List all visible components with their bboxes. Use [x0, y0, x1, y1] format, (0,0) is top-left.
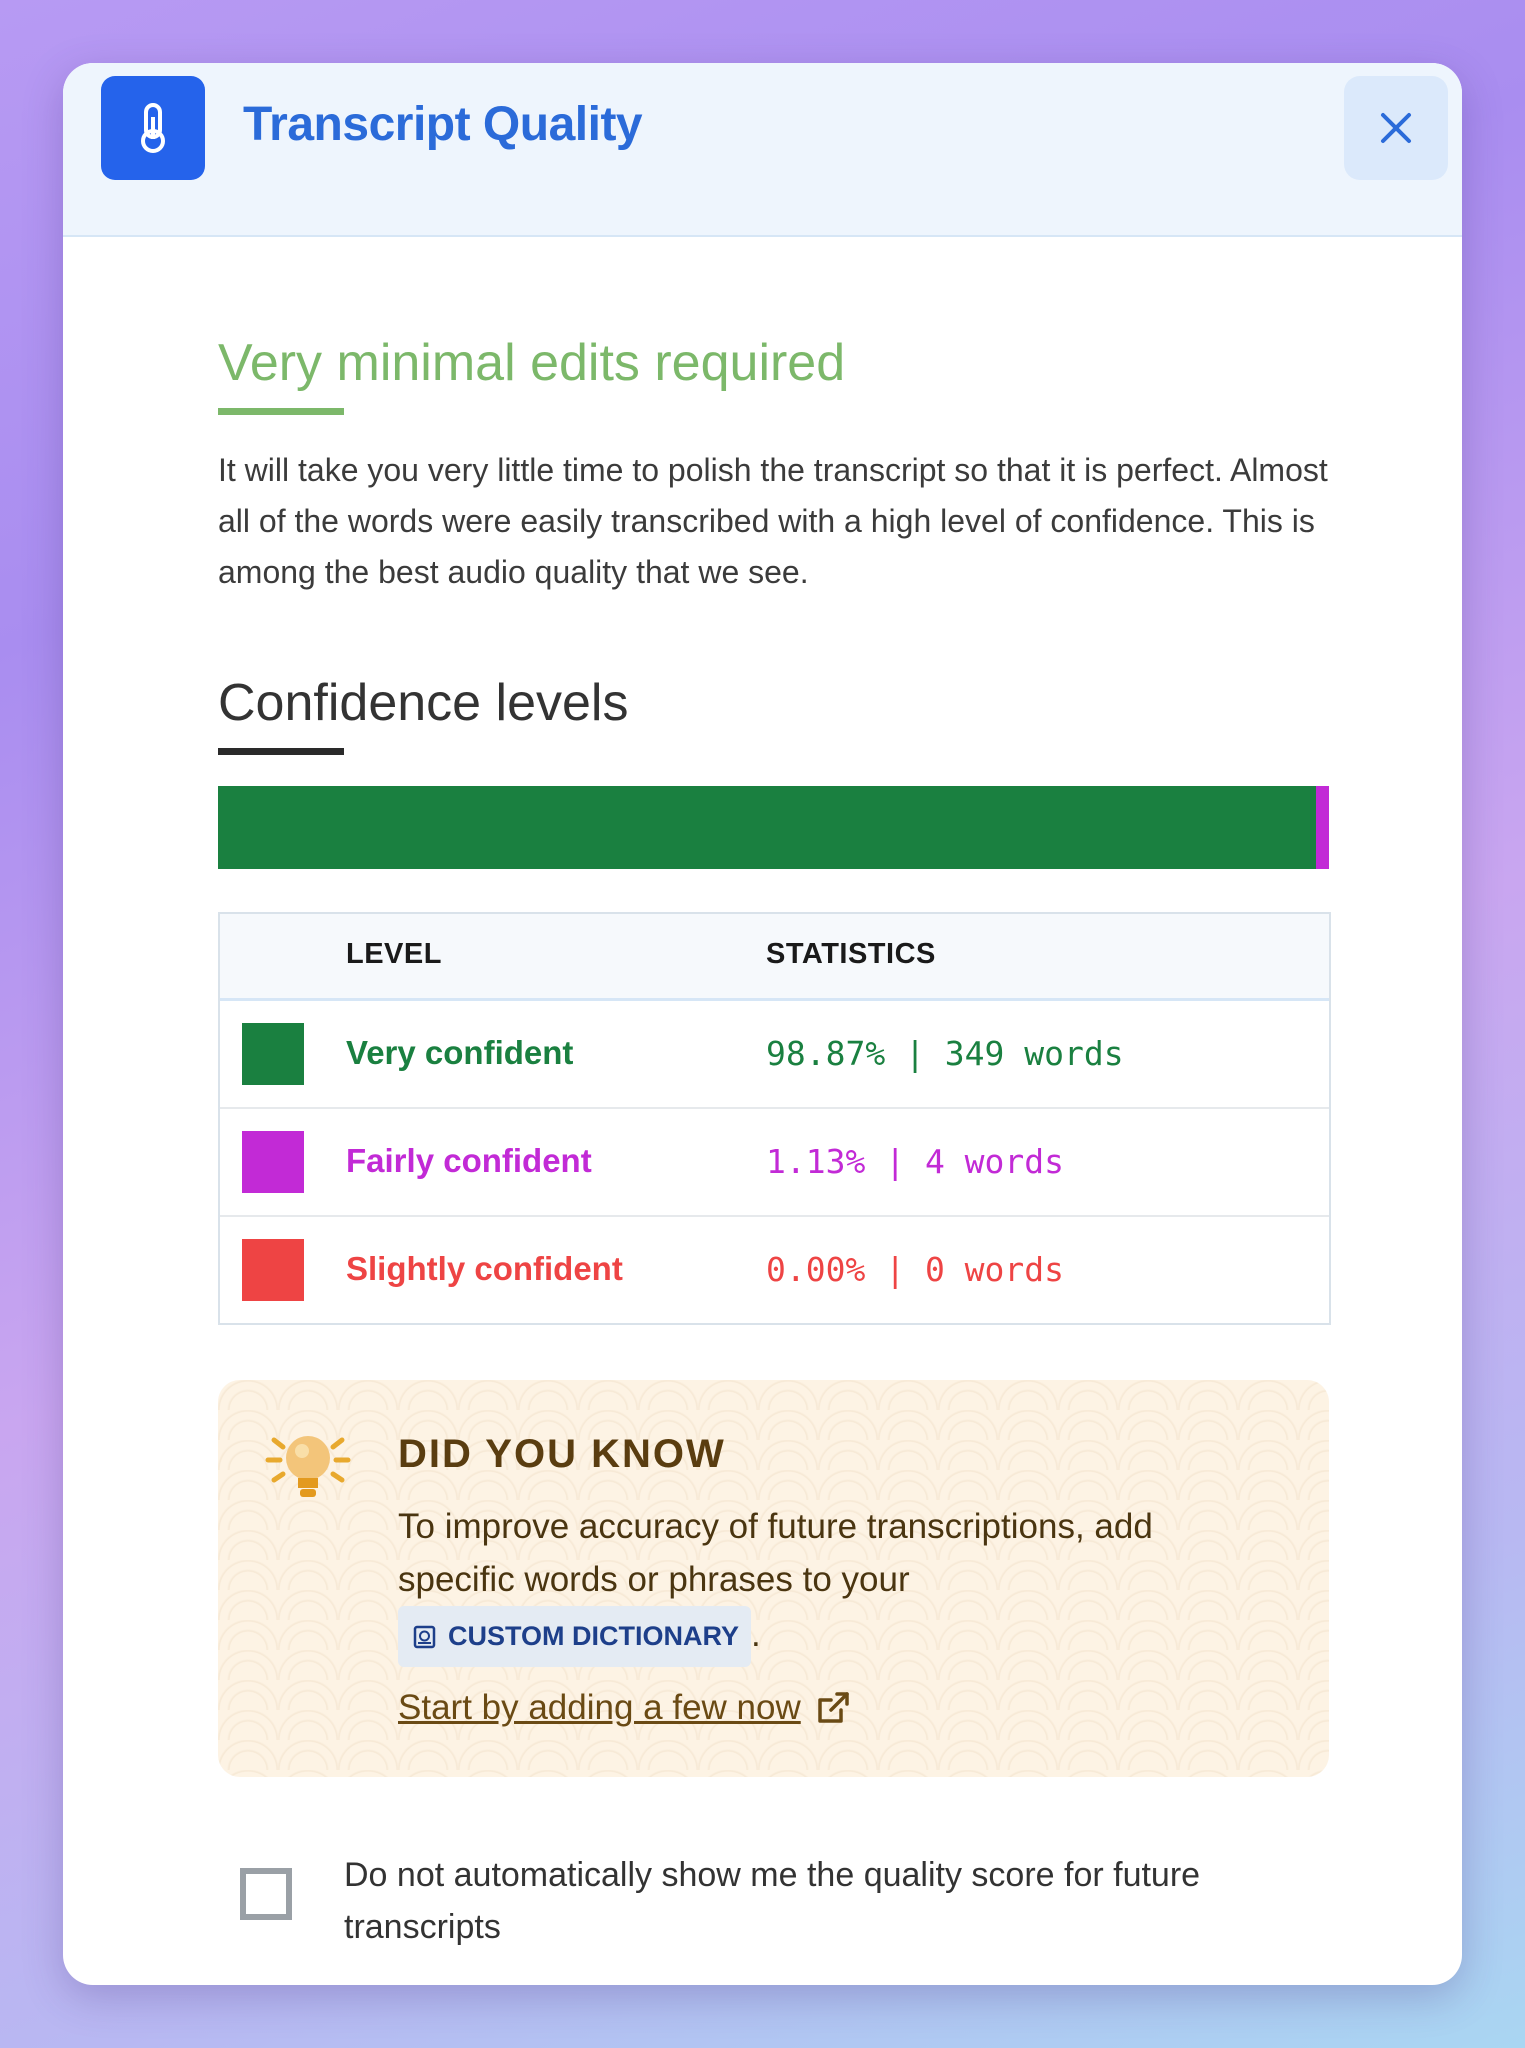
quality-headline: Very minimal edits required — [218, 334, 846, 392]
level-label: Fairly confident — [346, 1142, 592, 1179]
level-label: Slightly confident — [346, 1250, 623, 1287]
very-confident-segment — [218, 786, 1317, 869]
quality-description: It will take you very little time to pol… — [218, 452, 1328, 590]
modal-header: Transcript Quality — [63, 63, 1462, 237]
did-you-know-card: DID YOU KNOW To improve accuracy of futu… — [218, 1380, 1329, 1777]
start-adding-link[interactable]: Start by adding a few now — [398, 1688, 853, 1728]
level-statistics: 0.00% | 0 words — [766, 1250, 1065, 1289]
level-header: LEVEL — [346, 938, 442, 970]
table-row: Slightly confident 0.00% | 0 words — [220, 1217, 1329, 1323]
level-statistics: 1.13% | 4 words — [766, 1142, 1065, 1181]
confidence-underline — [218, 748, 344, 755]
tip-body: To improve accuracy of future transcript… — [398, 1507, 1153, 1599]
hide-quality-score-checkbox[interactable] — [240, 1868, 292, 1920]
fairly-confident-swatch — [242, 1131, 304, 1193]
close-button[interactable] — [1344, 76, 1448, 180]
headline-underline — [218, 408, 344, 415]
level-statistics: 98.87% | 349 words — [766, 1034, 1124, 1073]
start-adding-label: Start by adding a few now — [398, 1688, 801, 1727]
table-row: Very confident 98.87% | 349 words — [220, 1001, 1329, 1109]
book-icon — [413, 1625, 436, 1648]
quality-modal: Transcript Quality Very minimal edits re… — [63, 63, 1462, 1985]
table-header: LEVEL STATISTICS — [220, 914, 1329, 1001]
confidence-bar — [218, 786, 1329, 869]
close-icon — [1381, 113, 1411, 143]
statistics-header: STATISTICS — [766, 938, 936, 970]
custom-dictionary-label: CUSTOM DICTIONARY — [448, 1621, 740, 1651]
tip-title: DID YOU KNOW — [398, 1432, 726, 1476]
thermometer-icon — [101, 76, 205, 180]
custom-dictionary-badge[interactable]: CUSTOM DICTIONARY — [398, 1606, 752, 1667]
fairly-confident-segment — [1316, 786, 1329, 869]
lightbulb-icon — [265, 1436, 351, 1497]
level-label: Very confident — [346, 1034, 574, 1071]
table-row: Fairly confident 1.13% | 4 words — [220, 1109, 1329, 1217]
confidence-table: LEVEL STATISTICS Very confident 98.87% |… — [218, 912, 1331, 1325]
external-link-icon — [818, 1692, 849, 1723]
confidence-title: Confidence levels — [218, 674, 629, 732]
modal-title: Transcript Quality — [243, 98, 643, 151]
slightly-confident-swatch — [242, 1239, 304, 1301]
tip-period: . — [751, 1614, 761, 1654]
hide-quality-score-label[interactable]: Do not automatically show me the quality… — [344, 1849, 1344, 1953]
very-confident-swatch — [242, 1023, 304, 1085]
tip-text: To improve accuracy of future transcript… — [398, 1500, 1258, 1667]
